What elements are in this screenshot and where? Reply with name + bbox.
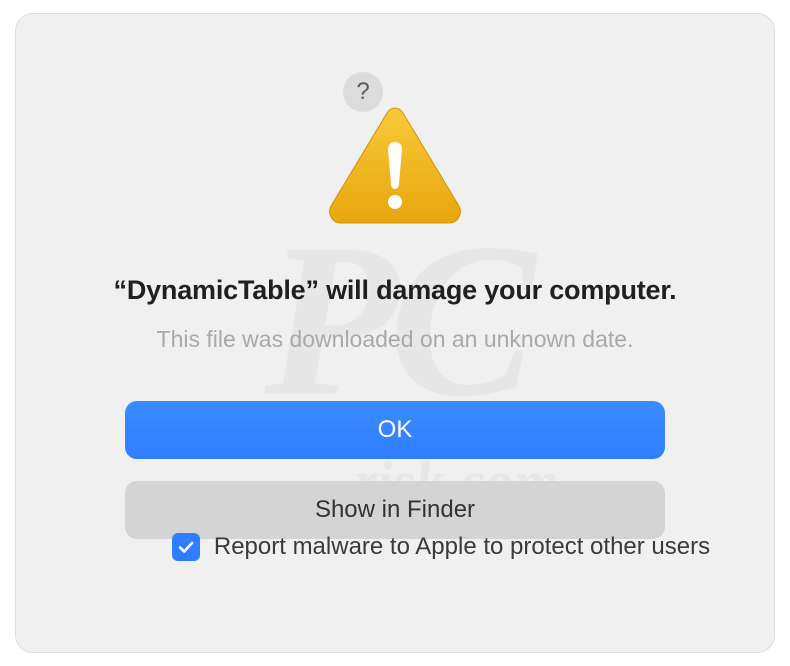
report-malware-label: Report malware to Apple to protect other… — [214, 533, 710, 561]
report-malware-row: Report malware to Apple to protect other… — [172, 533, 710, 561]
report-malware-checkbox[interactable] — [172, 533, 200, 561]
ok-button[interactable]: OK — [125, 401, 665, 459]
show-in-finder-label: Show in Finder — [315, 496, 475, 524]
alert-title: “DynamicTable” will damage your computer… — [114, 275, 677, 306]
alert-dialog: PC risk.com ? “DynamicTable” will damage… — [15, 13, 775, 653]
show-in-finder-button[interactable]: Show in Finder — [125, 481, 665, 539]
alert-subtitle: This file was downloaded on an unknown d… — [157, 326, 634, 353]
warning-icon — [325, 102, 465, 227]
ok-button-label: OK — [378, 416, 413, 444]
checkmark-icon — [176, 537, 196, 557]
